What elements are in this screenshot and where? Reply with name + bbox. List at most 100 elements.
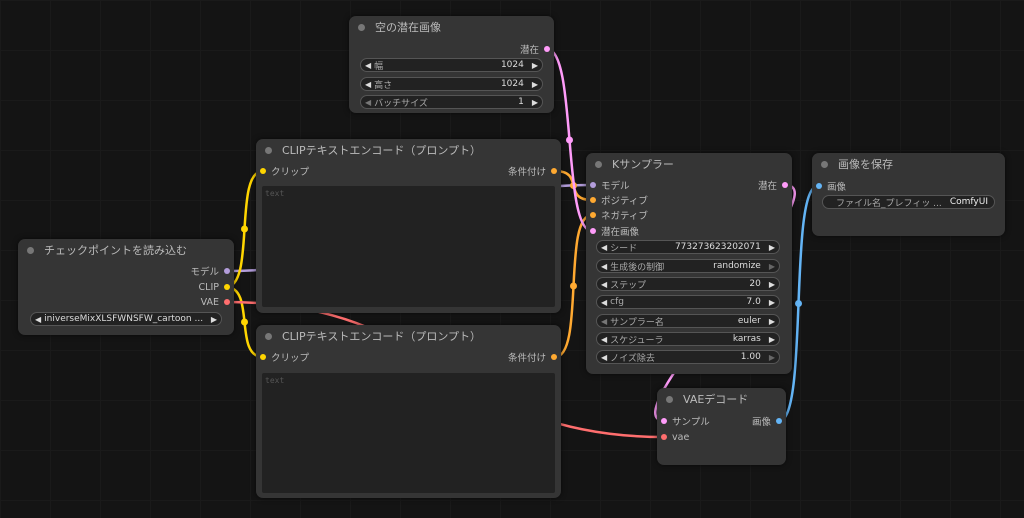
slot-dot-icon[interactable] <box>260 354 266 360</box>
clip-text-encode-positive-node[interactable]: CLIPテキストエンコード（プロンプト） クリップ 条件付け text <box>256 139 561 313</box>
width-widget[interactable]: ◀ 幅 1024 ▶ <box>360 58 543 72</box>
node-title[interactable]: CLIPテキストエンコード（プロンプト） <box>256 325 561 347</box>
slot-dot-icon[interactable] <box>661 434 667 440</box>
slot-dot-icon[interactable] <box>551 354 557 360</box>
ksampler-widget-2[interactable]: ◀ ステップ 20 ▶ <box>596 277 780 291</box>
empty-latent-node[interactable]: 空の潜在画像 潜在 ◀ 幅 1024 ▶ ◀ 高さ 1024 ▶ ◀ バッチサイズ 1 ▶ <box>349 16 554 113</box>
decrement-arrow-icon[interactable]: ◀ <box>601 353 607 362</box>
slot-dot-icon[interactable] <box>590 182 596 188</box>
next-arrow-icon[interactable]: ▶ <box>211 315 217 324</box>
ksampler-widget-5[interactable]: ◀ スケジューラ karras ▶ <box>596 332 780 346</box>
increment-arrow-icon[interactable]: ▶ <box>769 317 775 326</box>
checkpoint-loader-node[interactable]: チェックポイントを読み込む モデル CLIP VAE ◀ iniverseMixX… <box>18 239 234 335</box>
slot-dot-icon[interactable] <box>661 418 667 424</box>
node-title[interactable]: CLIPテキストエンコード（プロンプト） <box>256 139 561 161</box>
collapse-dot-icon[interactable] <box>358 23 365 31</box>
decrement-arrow-icon[interactable]: ◀ <box>601 298 607 307</box>
increment-arrow-icon[interactable]: ▶ <box>532 98 538 107</box>
decrement-arrow-icon[interactable]: ◀ <box>601 280 607 289</box>
clip-link-positive-midpoint-icon[interactable] <box>241 225 248 233</box>
image-link-midpoint-icon[interactable] <box>795 300 802 308</box>
output-model[interactable]: モデル <box>190 265 230 278</box>
input-latent-image[interactable]: 潜在画像 <box>590 225 639 238</box>
decrement-arrow-icon[interactable]: ◀ <box>365 61 371 70</box>
input-positive[interactable]: ポジティブ <box>590 194 648 207</box>
output-latent[interactable]: 潜在 <box>520 43 550 56</box>
input-clip[interactable]: クリップ <box>260 165 309 178</box>
node-title[interactable]: 画像を保存 <box>812 153 1005 175</box>
slot-dot-icon[interactable] <box>224 268 230 274</box>
node-title[interactable]: チェックポイントを読み込む <box>18 239 234 261</box>
slot-dot-icon[interactable] <box>782 182 788 188</box>
ksampler-widget-4[interactable]: ◀ サンプラー名 euler ▶ <box>596 314 780 328</box>
slot-dot-icon[interactable] <box>224 299 230 305</box>
ksampler-widget-0[interactable]: ◀ シード 773273623202071 ▶ <box>596 240 780 254</box>
slot-dot-icon[interactable] <box>590 197 596 203</box>
decrement-arrow-icon[interactable]: ◀ <box>601 262 607 271</box>
output-conditioning[interactable]: 条件付け <box>508 351 557 364</box>
input-clip[interactable]: クリップ <box>260 351 309 364</box>
increment-arrow-icon[interactable]: ▶ <box>769 262 775 271</box>
output-vae[interactable]: VAE <box>201 296 230 308</box>
slot-label: モデル <box>190 267 219 278</box>
collapse-dot-icon[interactable] <box>666 395 673 403</box>
collapse-dot-icon[interactable] <box>265 146 272 154</box>
widget-label: スケジューラ <box>610 335 664 346</box>
save-image-node[interactable]: 画像を保存 画像 ファイル名_プレフィッ ... ComfyUI <box>812 153 1005 236</box>
negative-conditioning-link-midpoint-icon[interactable] <box>570 282 577 290</box>
increment-arrow-icon[interactable]: ▶ <box>769 335 775 344</box>
output-image[interactable]: 画像 <box>752 415 782 428</box>
batch-size-widget[interactable]: ◀ バッチサイズ 1 ▶ <box>360 95 543 109</box>
vae-decode-node[interactable]: VAEデコード サンプル vae 画像 <box>657 388 786 465</box>
increment-arrow-icon[interactable]: ▶ <box>769 353 775 362</box>
slot-dot-icon[interactable] <box>544 46 550 52</box>
decrement-arrow-icon[interactable]: ◀ <box>601 243 607 252</box>
collapse-dot-icon[interactable] <box>821 160 828 168</box>
increment-arrow-icon[interactable]: ▶ <box>769 280 775 289</box>
node-title[interactable]: Kサンプラー <box>586 153 792 175</box>
prompt-textarea[interactable]: text <box>262 186 555 307</box>
clip-text-encode-negative-node[interactable]: CLIPテキストエンコード（プロンプト） クリップ 条件付け text <box>256 325 561 498</box>
latent-image-link-midpoint-icon[interactable] <box>566 136 573 144</box>
input-vae[interactable]: vae <box>661 431 689 443</box>
increment-arrow-icon[interactable]: ▶ <box>532 61 538 70</box>
node-title[interactable]: 空の潜在画像 <box>349 16 554 38</box>
input-images[interactable]: 画像 <box>816 180 846 193</box>
slot-dot-icon[interactable] <box>260 168 266 174</box>
collapse-dot-icon[interactable] <box>27 246 34 254</box>
collapse-dot-icon[interactable] <box>265 332 272 340</box>
decrement-arrow-icon[interactable]: ◀ <box>365 98 371 107</box>
increment-arrow-icon[interactable]: ▶ <box>769 298 775 307</box>
slot-dot-icon[interactable] <box>551 168 557 174</box>
ckpt-name-widget[interactable]: ◀ iniverseMixXLSFWNSFW_cartoon ... ▶ <box>30 312 222 326</box>
slot-dot-icon[interactable] <box>816 183 822 189</box>
slot-dot-icon[interactable] <box>590 228 596 234</box>
slot-label: モデル <box>601 181 630 192</box>
input-samples[interactable]: サンプル <box>661 415 710 428</box>
collapse-dot-icon[interactable] <box>595 160 602 168</box>
output-latent[interactable]: 潜在 <box>758 179 788 192</box>
slot-dot-icon[interactable] <box>224 284 230 290</box>
prompt-textarea[interactable]: text <box>262 373 555 493</box>
filename-prefix-widget[interactable]: ファイル名_プレフィッ ... ComfyUI <box>822 195 995 209</box>
decrement-arrow-icon[interactable]: ◀ <box>601 335 607 344</box>
slot-dot-icon[interactable] <box>590 212 596 218</box>
slot-label: ネガティブ <box>601 211 648 222</box>
height-widget[interactable]: ◀ 高さ 1024 ▶ <box>360 77 543 91</box>
node-title[interactable]: VAEデコード <box>657 388 786 410</box>
output-clip[interactable]: CLIP <box>199 281 230 293</box>
clip-link-negative-midpoint-icon[interactable] <box>241 318 248 326</box>
input-negative[interactable]: ネガティブ <box>590 209 648 222</box>
increment-arrow-icon[interactable]: ▶ <box>532 80 538 89</box>
decrement-arrow-icon[interactable]: ◀ <box>601 317 607 326</box>
output-conditioning[interactable]: 条件付け <box>508 165 557 178</box>
input-model[interactable]: モデル <box>590 179 630 192</box>
increment-arrow-icon[interactable]: ▶ <box>769 243 775 252</box>
ksampler-widget-1[interactable]: ◀ 生成後の制御 randomize ▶ <box>596 259 780 273</box>
ksampler-node[interactable]: Kサンプラー モデル ポジティブ ネガティブ 潜在画像 潜在 ◀ シード 77327… <box>586 153 792 374</box>
ksampler-widget-3[interactable]: ◀ cfg 7.0 ▶ <box>596 295 780 309</box>
ksampler-widget-6[interactable]: ◀ ノイズ除去 1.00 ▶ <box>596 350 780 364</box>
decrement-arrow-icon[interactable]: ◀ <box>365 80 371 89</box>
slot-dot-icon[interactable] <box>776 418 782 424</box>
previous-arrow-icon[interactable]: ◀ <box>35 315 41 324</box>
